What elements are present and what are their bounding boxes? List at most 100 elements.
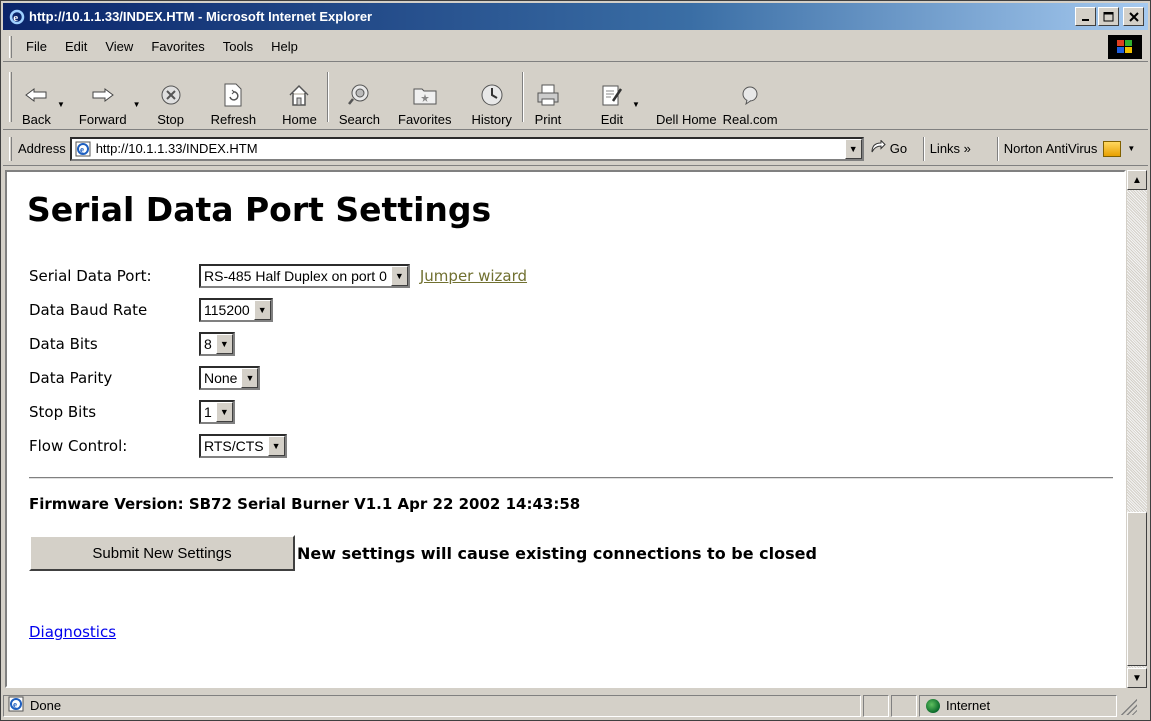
- history-icon: [478, 82, 506, 108]
- flow-control-select[interactable]: RTS/CTS ▼: [199, 434, 287, 458]
- baud-rate-row: Data Baud Rate 115200 ▼: [29, 293, 1124, 327]
- page-done-icon: e: [8, 696, 24, 715]
- back-arrow-icon: [22, 82, 50, 108]
- stop-button[interactable]: Stop: [153, 67, 189, 127]
- home-button[interactable]: Home: [278, 67, 321, 127]
- stop-bits-row: Stop Bits 1 ▼: [29, 395, 1124, 429]
- real-com-icon: [736, 82, 764, 108]
- search-label: Search: [338, 111, 381, 127]
- address-input[interactable]: e http://10.1.1.33/INDEX.HTM ▼: [69, 136, 864, 161]
- address-dropdown-icon[interactable]: ▼: [844, 138, 862, 159]
- chevron-down-icon[interactable]: ▼: [253, 300, 271, 320]
- edit-button[interactable]: Edit: [594, 67, 630, 127]
- ie-logo-icon: e: [9, 9, 25, 25]
- history-label: History: [471, 111, 512, 127]
- edit-dropdown-icon[interactable]: ▼: [630, 100, 642, 109]
- forward-arrow-icon: [89, 82, 117, 108]
- security-zone-label: Internet: [946, 698, 991, 713]
- links-separator: [996, 136, 999, 161]
- search-button[interactable]: Search: [335, 67, 384, 127]
- internet-globe-icon: [926, 698, 940, 713]
- submit-row: Submit New Settings New settings will ca…: [29, 535, 1124, 571]
- back-button[interactable]: Back: [18, 67, 55, 127]
- edit-page-icon: [598, 82, 626, 108]
- jumper-wizard-link[interactable]: Jumper wizard: [420, 267, 527, 285]
- norton-dropdown-icon[interactable]: ▼: [1127, 144, 1135, 153]
- menu-view[interactable]: View: [97, 36, 143, 57]
- toolbar-grip[interactable]: [9, 71, 12, 122]
- flow-control-label: Flow Control:: [29, 437, 128, 455]
- favorites-button[interactable]: Favorites: [394, 67, 455, 127]
- address-bar: Address e http://10.1.1.33/INDEX.HTM ▼ G…: [3, 132, 1148, 166]
- real-com-button[interactable]: Real.com: [721, 67, 782, 127]
- links-button[interactable]: Links »: [930, 141, 992, 156]
- serial-port-row: Serial Data Port: RS-485 Half Duplex on …: [29, 259, 1124, 293]
- baud-rate-value: 115200: [204, 302, 250, 318]
- chevron-down-icon[interactable]: ▼: [215, 334, 233, 354]
- page-viewport: Serial Data Port Settings Serial Data Po…: [5, 170, 1126, 688]
- refresh-label: Refresh: [210, 111, 257, 127]
- flow-control-value: RTS/CTS: [204, 438, 264, 454]
- maximize-button[interactable]: [1098, 7, 1119, 26]
- forward-dropdown-icon[interactable]: ▼: [131, 100, 143, 109]
- address-grip[interactable]: [9, 136, 12, 161]
- go-button[interactable]: Go: [870, 139, 918, 157]
- parity-row: Data Parity None ▼: [29, 361, 1124, 395]
- close-button[interactable]: [1123, 7, 1144, 26]
- parity-value: None: [204, 370, 238, 386]
- chevron-down-icon[interactable]: ▼: [241, 368, 259, 388]
- parity-select[interactable]: None ▼: [199, 366, 261, 390]
- chevron-down-icon[interactable]: ▼: [267, 436, 285, 456]
- dell-home-button[interactable]: Dell Home: [652, 67, 721, 127]
- page-body: Serial Data Port Settings Serial Data Po…: [7, 172, 1124, 641]
- flow-control-row: Flow Control: RTS/CTS ▼: [29, 429, 1124, 463]
- parity-label: Data Parity: [29, 369, 113, 387]
- norton-antivirus-button[interactable]: Norton AntiVirus ▼: [1004, 140, 1135, 157]
- menu-tools[interactable]: Tools: [215, 36, 263, 57]
- back-dropdown-icon[interactable]: ▼: [55, 100, 67, 109]
- serial-port-select[interactable]: RS-485 Half Duplex on port 0 ▼: [199, 264, 410, 288]
- title-bar[interactable]: e http://10.1.1.33/INDEX.HTM - Microsoft…: [3, 3, 1148, 30]
- data-bits-select[interactable]: 8 ▼: [199, 332, 235, 356]
- section-divider: [29, 477, 1113, 479]
- resize-grip[interactable]: [1119, 696, 1137, 715]
- refresh-button[interactable]: Refresh: [207, 67, 261, 127]
- scroll-up-icon[interactable]: ▲: [1127, 170, 1147, 190]
- stop-icon: [157, 82, 185, 108]
- menu-grip[interactable]: [9, 35, 12, 58]
- status-text: Done: [30, 698, 62, 713]
- window-title: http://10.1.1.33/INDEX.HTM - Microsoft I…: [29, 9, 373, 24]
- search-icon: [345, 82, 373, 108]
- refresh-icon: [219, 82, 247, 108]
- data-bits-value: 8: [204, 336, 212, 352]
- history-button[interactable]: History: [467, 67, 515, 127]
- firmware-version: Firmware Version: SB72 Serial Burner V1.…: [29, 495, 581, 513]
- security-zone-panel[interactable]: Internet: [919, 694, 1117, 717]
- scroll-thumb[interactable]: [1127, 512, 1147, 666]
- status-panel: e Done: [3, 694, 861, 717]
- menu-edit[interactable]: Edit: [57, 36, 97, 57]
- menu-favorites[interactable]: Favorites: [143, 36, 214, 57]
- toolbar-separator: [326, 71, 329, 122]
- status-progress-panel: [863, 694, 889, 717]
- forward-button[interactable]: Forward: [75, 67, 131, 127]
- toolbar-separator: [521, 71, 524, 122]
- menu-help[interactable]: Help: [263, 36, 308, 57]
- baud-rate-select[interactable]: 115200 ▼: [199, 298, 273, 322]
- serial-port-value: RS-485 Half Duplex on port 0: [204, 268, 387, 284]
- home-icon: [285, 82, 313, 108]
- menu-file[interactable]: File: [18, 36, 57, 57]
- stop-bits-select[interactable]: 1 ▼: [199, 400, 235, 424]
- address-url: http://10.1.1.33/INDEX.HTM: [95, 141, 258, 156]
- vertical-scrollbar[interactable]: ▲ ▼: [1127, 170, 1147, 688]
- print-button[interactable]: Print: [530, 67, 566, 127]
- minimize-button[interactable]: [1075, 7, 1096, 26]
- scroll-down-icon[interactable]: ▼: [1127, 668, 1147, 688]
- browser-window: e http://10.1.1.33/INDEX.HTM - Microsoft…: [0, 0, 1151, 721]
- chevron-down-icon[interactable]: ▼: [215, 402, 233, 422]
- standard-toolbar: Back ▼ Forward ▼ Stop Refresh Home Searc…: [3, 64, 1148, 130]
- data-bits-row: Data Bits 8 ▼: [29, 327, 1124, 361]
- submit-settings-button[interactable]: Submit New Settings: [29, 535, 295, 571]
- diagnostics-link[interactable]: Diagnostics: [29, 623, 116, 641]
- chevron-down-icon[interactable]: ▼: [390, 266, 408, 286]
